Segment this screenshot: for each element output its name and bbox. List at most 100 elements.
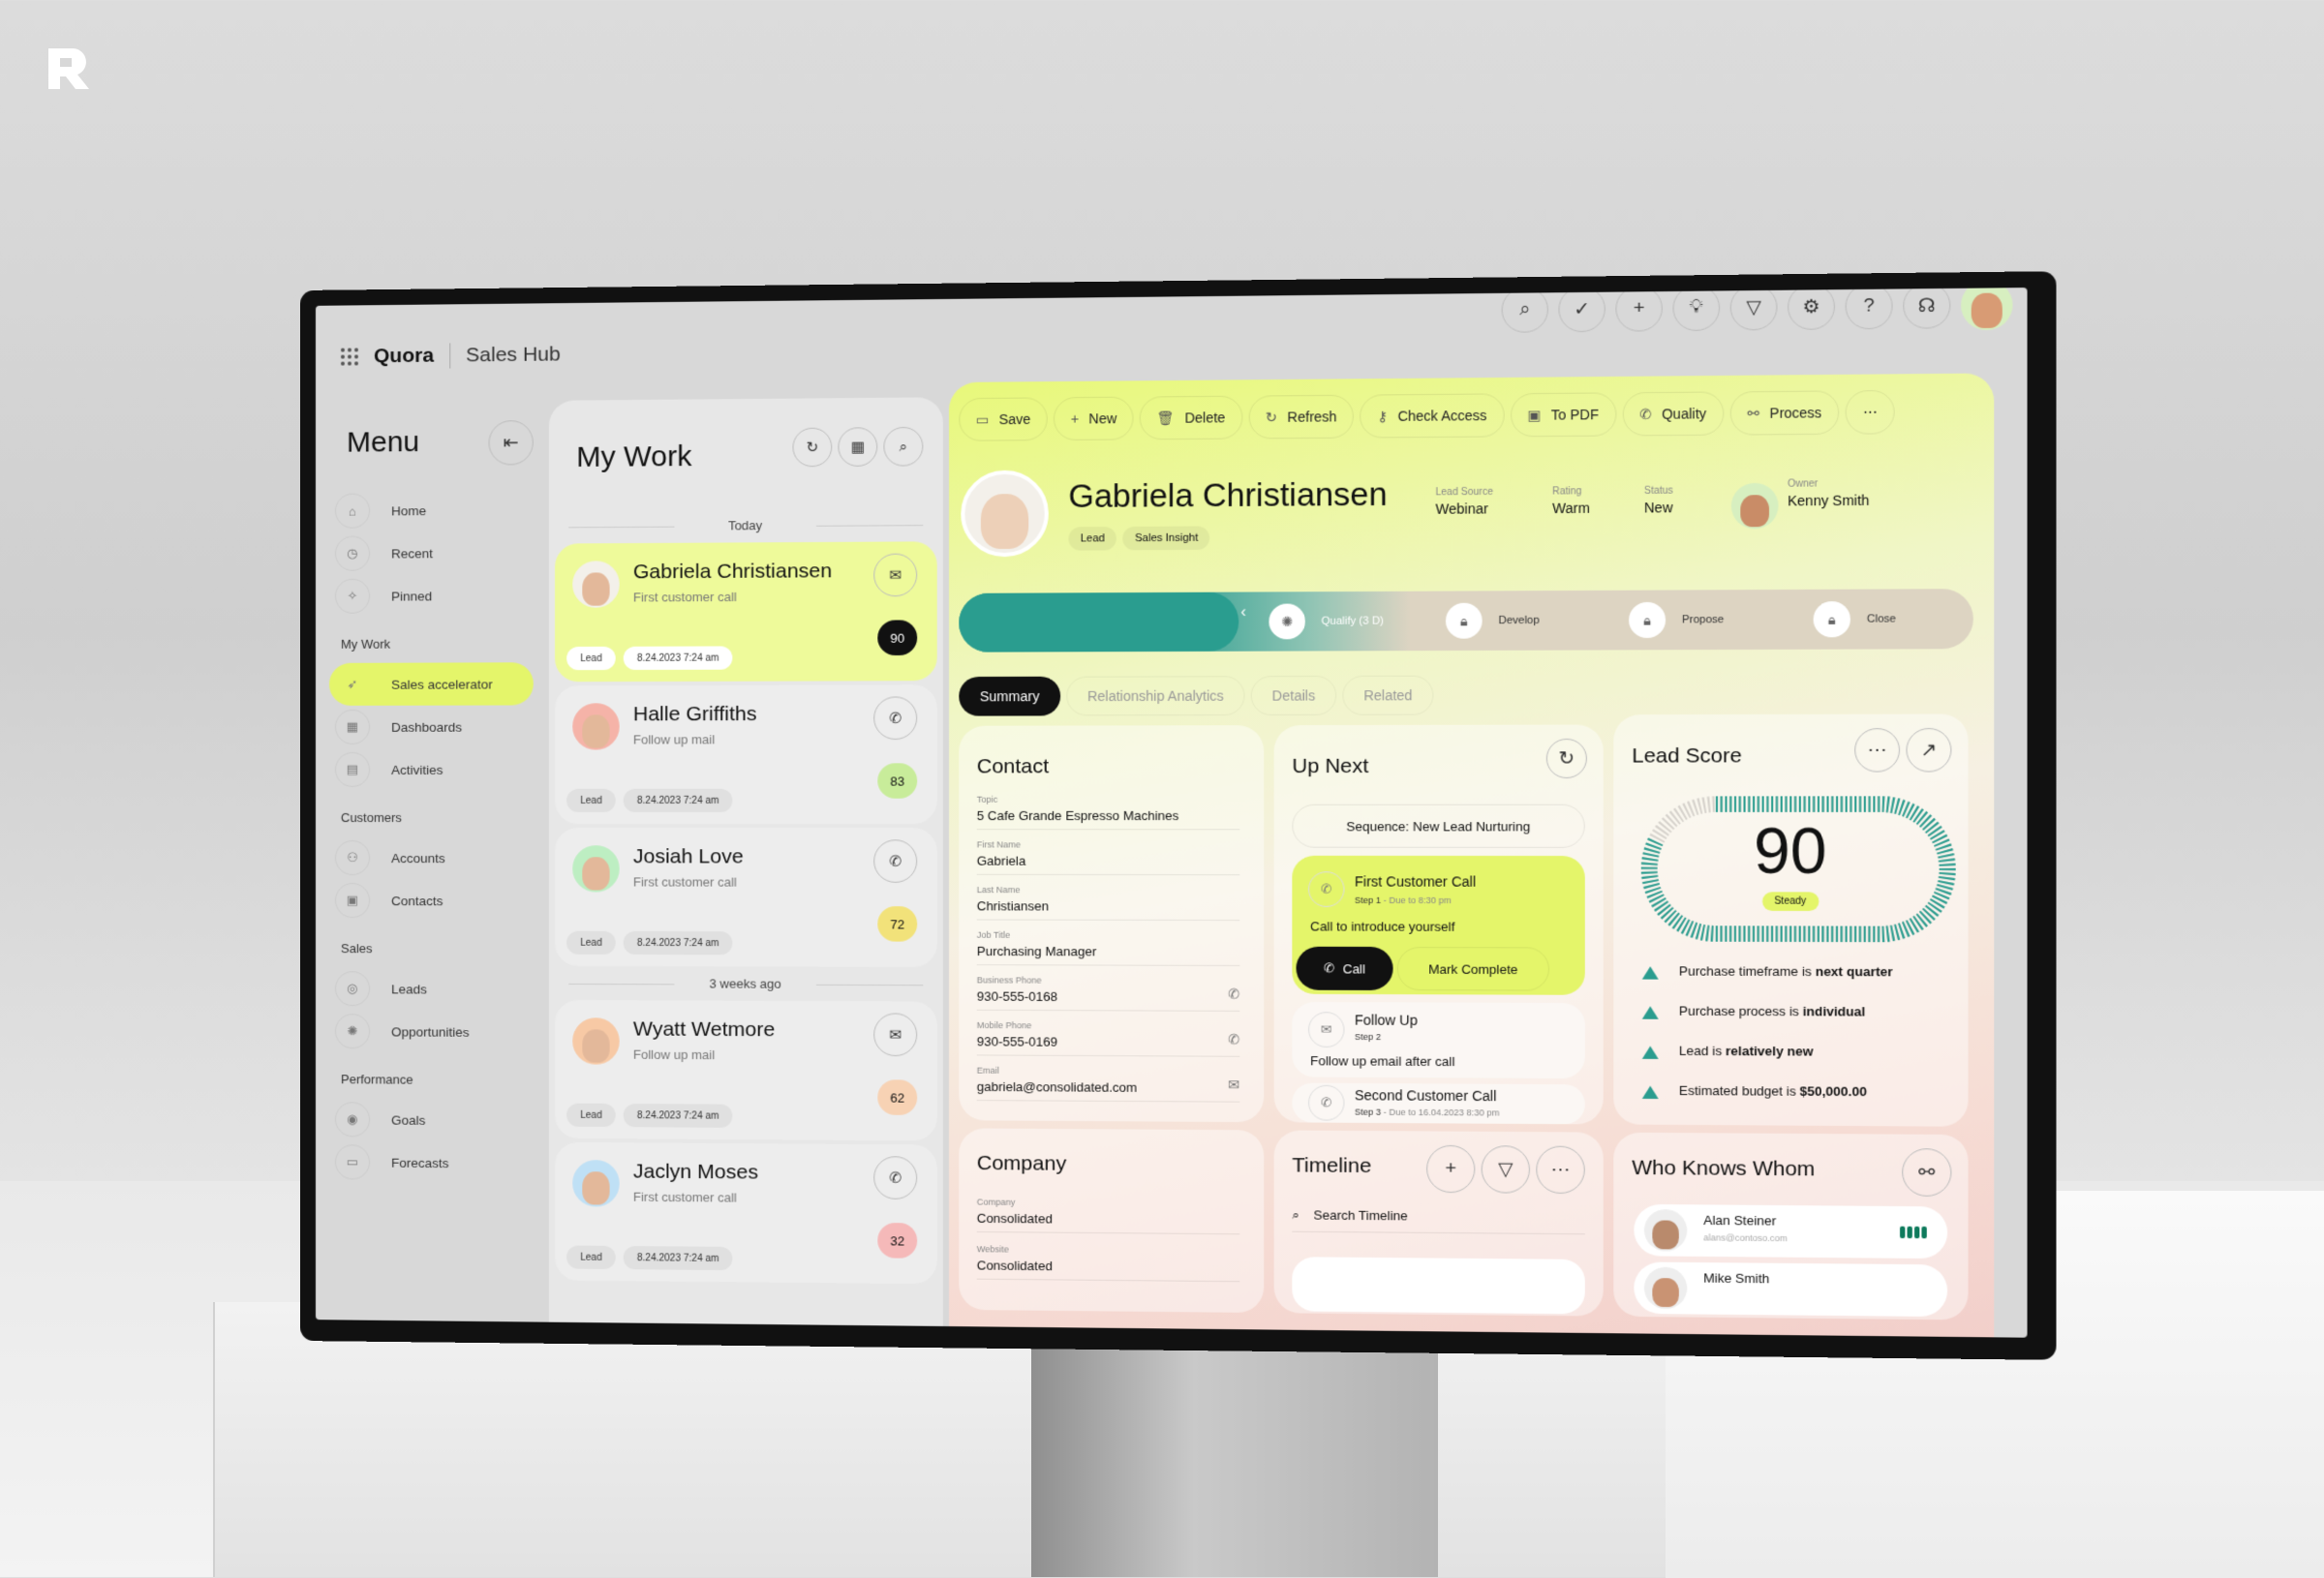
field-label: Last Name	[976, 884, 1021, 895]
sidebar-item-dashboards[interactable]: ▦ Dashboards	[329, 705, 534, 748]
stage-propose[interactable]: 🔒︎ Propose	[1629, 601, 1725, 639]
stage-qualify[interactable]: ✺ Qualify (3 D)	[1269, 603, 1384, 640]
sidebar-section-title: Customers	[340, 809, 402, 826]
field-last-name[interactable]: Last Name Christiansen	[976, 884, 1240, 922]
sidebar-item-recent[interactable]: ◷ Recent	[329, 531, 534, 575]
call-button[interactable]: ✆ Call	[1296, 946, 1393, 991]
app-launcher-icon[interactable]	[340, 348, 358, 366]
sequence-label[interactable]: Sequence: New Lead Nurturing	[1292, 804, 1585, 848]
sidebar-item-leads[interactable]: ◎ Leads	[329, 967, 534, 1011]
sidebar-item-contacts[interactable]: ▣ Contacts	[329, 879, 534, 922]
filter-icon[interactable]: ▽	[1729, 288, 1778, 331]
field-website[interactable]: Website Consolidated	[976, 1244, 1240, 1283]
headset-icon[interactable]: ☊	[1903, 288, 1951, 329]
nav-icon: ⚇	[334, 840, 371, 876]
command-bar: ▭ Save + New 🗑︎ Delete ↻ Refresh ⚷ Check Access ▣ T…	[959, 389, 1895, 441]
tab-details[interactable]: Details	[1250, 675, 1337, 715]
field-first-name[interactable]: First Name Gabriela	[976, 839, 1240, 876]
new-button[interactable]: + New	[1054, 396, 1134, 441]
person-row[interactable]: Mike Smith	[1634, 1261, 1948, 1318]
user-avatar[interactable]	[1961, 288, 2013, 331]
check-circle-icon[interactable]: ✓	[1558, 288, 1605, 333]
mark-complete-button[interactable]: Mark Complete	[1396, 947, 1549, 991]
to-pdf-button[interactable]: ▣ To PDF	[1510, 392, 1616, 438]
lock-icon: 🔒︎	[1445, 602, 1483, 639]
plus-icon[interactable]: +	[1615, 288, 1663, 332]
help-icon[interactable]: ?	[1845, 288, 1893, 330]
sidebar-item-activities[interactable]: ▤ Activities	[329, 748, 534, 791]
stage-develop[interactable]: 🔒︎ Develop	[1445, 602, 1540, 639]
process-button[interactable]: ⚯ Process	[1729, 390, 1840, 436]
search-icon[interactable]: ⌕	[1501, 288, 1548, 333]
sidebar-item-accounts[interactable]: ⚇ Accounts	[329, 836, 534, 879]
group-label-older: 3 weeks ago	[568, 976, 923, 991]
field-business-phone[interactable]: Business Phone 930-555-0168 ✆	[976, 975, 1240, 1012]
expand-icon[interactable]: ↗	[1906, 727, 1952, 773]
stage-label: Propose	[1681, 613, 1725, 626]
step-first-call[interactable]: ✆ First Customer Call Step 1 - Due to 8:…	[1292, 855, 1585, 995]
sidebar-item-goals[interactable]: ◉ Goals	[329, 1098, 534, 1141]
sidebar-item-pinned[interactable]: ✧ Pinned	[329, 574, 534, 618]
quality-button[interactable]: ✆ Quality	[1622, 391, 1725, 437]
calendar-icon[interactable]: ▦	[838, 427, 878, 468]
delete-button[interactable]: 🗑︎ Delete	[1140, 395, 1243, 440]
type-pill: Lead	[566, 1245, 616, 1270]
work-item[interactable]: Jaclyn Moses First customer call ✆ Lead 8.24…	[555, 1141, 937, 1285]
stage-close[interactable]: 🔒︎ Close	[1813, 601, 1896, 638]
refresh-icon[interactable]: ↻	[1545, 738, 1587, 779]
tab-related[interactable]: Related	[1342, 675, 1434, 715]
field-mobile-phone[interactable]: Mobile Phone 930-555-0169 ✆	[976, 1019, 1240, 1057]
step-follow-up[interactable]: ✉ Follow Up Step 2 Follow up email after…	[1292, 1001, 1585, 1079]
sidebar-item-opportunities[interactable]: ✺ Opportunities	[329, 1010, 534, 1053]
hub-name[interactable]: Sales Hub	[466, 343, 561, 367]
owner[interactable]: Owner Kenny Smith	[1788, 478, 1869, 508]
work-item[interactable]: Wyatt Wetmore Follow up mail ✉ Lead 8.24.202…	[555, 1000, 937, 1141]
refresh-icon[interactable]: ↻	[792, 427, 833, 468]
step-description: Call to introduce yourself	[1310, 919, 1455, 934]
plus-icon[interactable]: +	[1426, 1144, 1476, 1194]
lightbulb-icon[interactable]: 💡︎	[1672, 288, 1721, 332]
sidebar-item-forecasts[interactable]: ▭ Forecasts	[329, 1140, 534, 1185]
phone-icon[interactable]: ✆	[873, 696, 918, 741]
save-button[interactable]: ▭ Save	[959, 397, 1048, 441]
sidebar-item-sales-accelerator[interactable]: ➶ Sales accelerator	[328, 662, 534, 706]
mail-icon[interactable]: ✉	[873, 1013, 918, 1057]
phone-icon[interactable]: ✆	[873, 839, 918, 883]
step-description: Follow up email after call	[1310, 1053, 1455, 1070]
field-email[interactable]: Email gabriela@consolidated.com ✉	[976, 1065, 1240, 1103]
phone-icon[interactable]: ✆	[1228, 986, 1239, 1002]
more-icon[interactable]: ⋯	[1536, 1145, 1585, 1195]
stage-label: Qualify (3 D)	[1321, 615, 1384, 627]
mail-icon[interactable]: ✉	[873, 553, 918, 597]
work-item[interactable]: Halle Griffiths Follow up mail ✆ Lead 8.24.2…	[555, 684, 937, 825]
chevron-left-icon[interactable]: ‹	[1240, 604, 1246, 622]
field-topic[interactable]: Topic 5 Cafe Grande Espresso Machines	[976, 794, 1240, 831]
work-item[interactable]: Josiah Love First customer call ✆ Lead 8.24.…	[555, 828, 937, 968]
org-chart-icon[interactable]: ⚯	[1902, 1148, 1952, 1198]
company-card: Company Company Consolidated Website Conso…	[959, 1128, 1265, 1314]
timeline-entry[interactable]	[1292, 1257, 1585, 1315]
sidebar-item-home[interactable]: ⌂ Home	[329, 488, 534, 531]
tab-summary[interactable]: Summary	[959, 676, 1061, 716]
step-second-call[interactable]: ✆ Second Customer Call Step 3 - Due to 1…	[1292, 1082, 1585, 1125]
more-button[interactable]: ⋯	[1845, 389, 1895, 435]
filter-icon[interactable]: ▽	[1481, 1145, 1531, 1194]
field-company[interactable]: Company Consolidated	[976, 1197, 1240, 1235]
tab-relationship-analytics[interactable]: Relationship Analytics	[1066, 676, 1245, 716]
work-item[interactable]: Gabriela Christiansen First customer call…	[555, 541, 937, 683]
contact-avatar	[572, 1160, 620, 1207]
person-row[interactable]: Alan Steiner alans@contoso.com	[1634, 1203, 1948, 1259]
search-icon[interactable]: ⌕	[883, 426, 924, 467]
refresh-button[interactable]: ↻ Refresh	[1248, 394, 1355, 440]
gear-icon[interactable]: ⚙	[1788, 288, 1835, 330]
field-job-title[interactable]: Job Title Purchasing Manager	[976, 929, 1240, 966]
trend-up-icon	[1641, 1046, 1659, 1059]
phone-icon[interactable]: ✆	[873, 1156, 918, 1200]
mail-icon[interactable]: ✉	[1228, 1077, 1239, 1093]
phone-icon[interactable]: ✆	[1228, 1031, 1239, 1047]
nav-icon: ▭	[334, 1144, 371, 1180]
more-icon[interactable]: ⋯	[1854, 728, 1901, 773]
collapse-sidebar-button[interactable]: ⇤	[488, 420, 534, 466]
search-timeline-input[interactable]: ⌕ Search Timeline	[1292, 1207, 1585, 1235]
check-access-button[interactable]: ⚷ Check Access	[1360, 393, 1505, 439]
